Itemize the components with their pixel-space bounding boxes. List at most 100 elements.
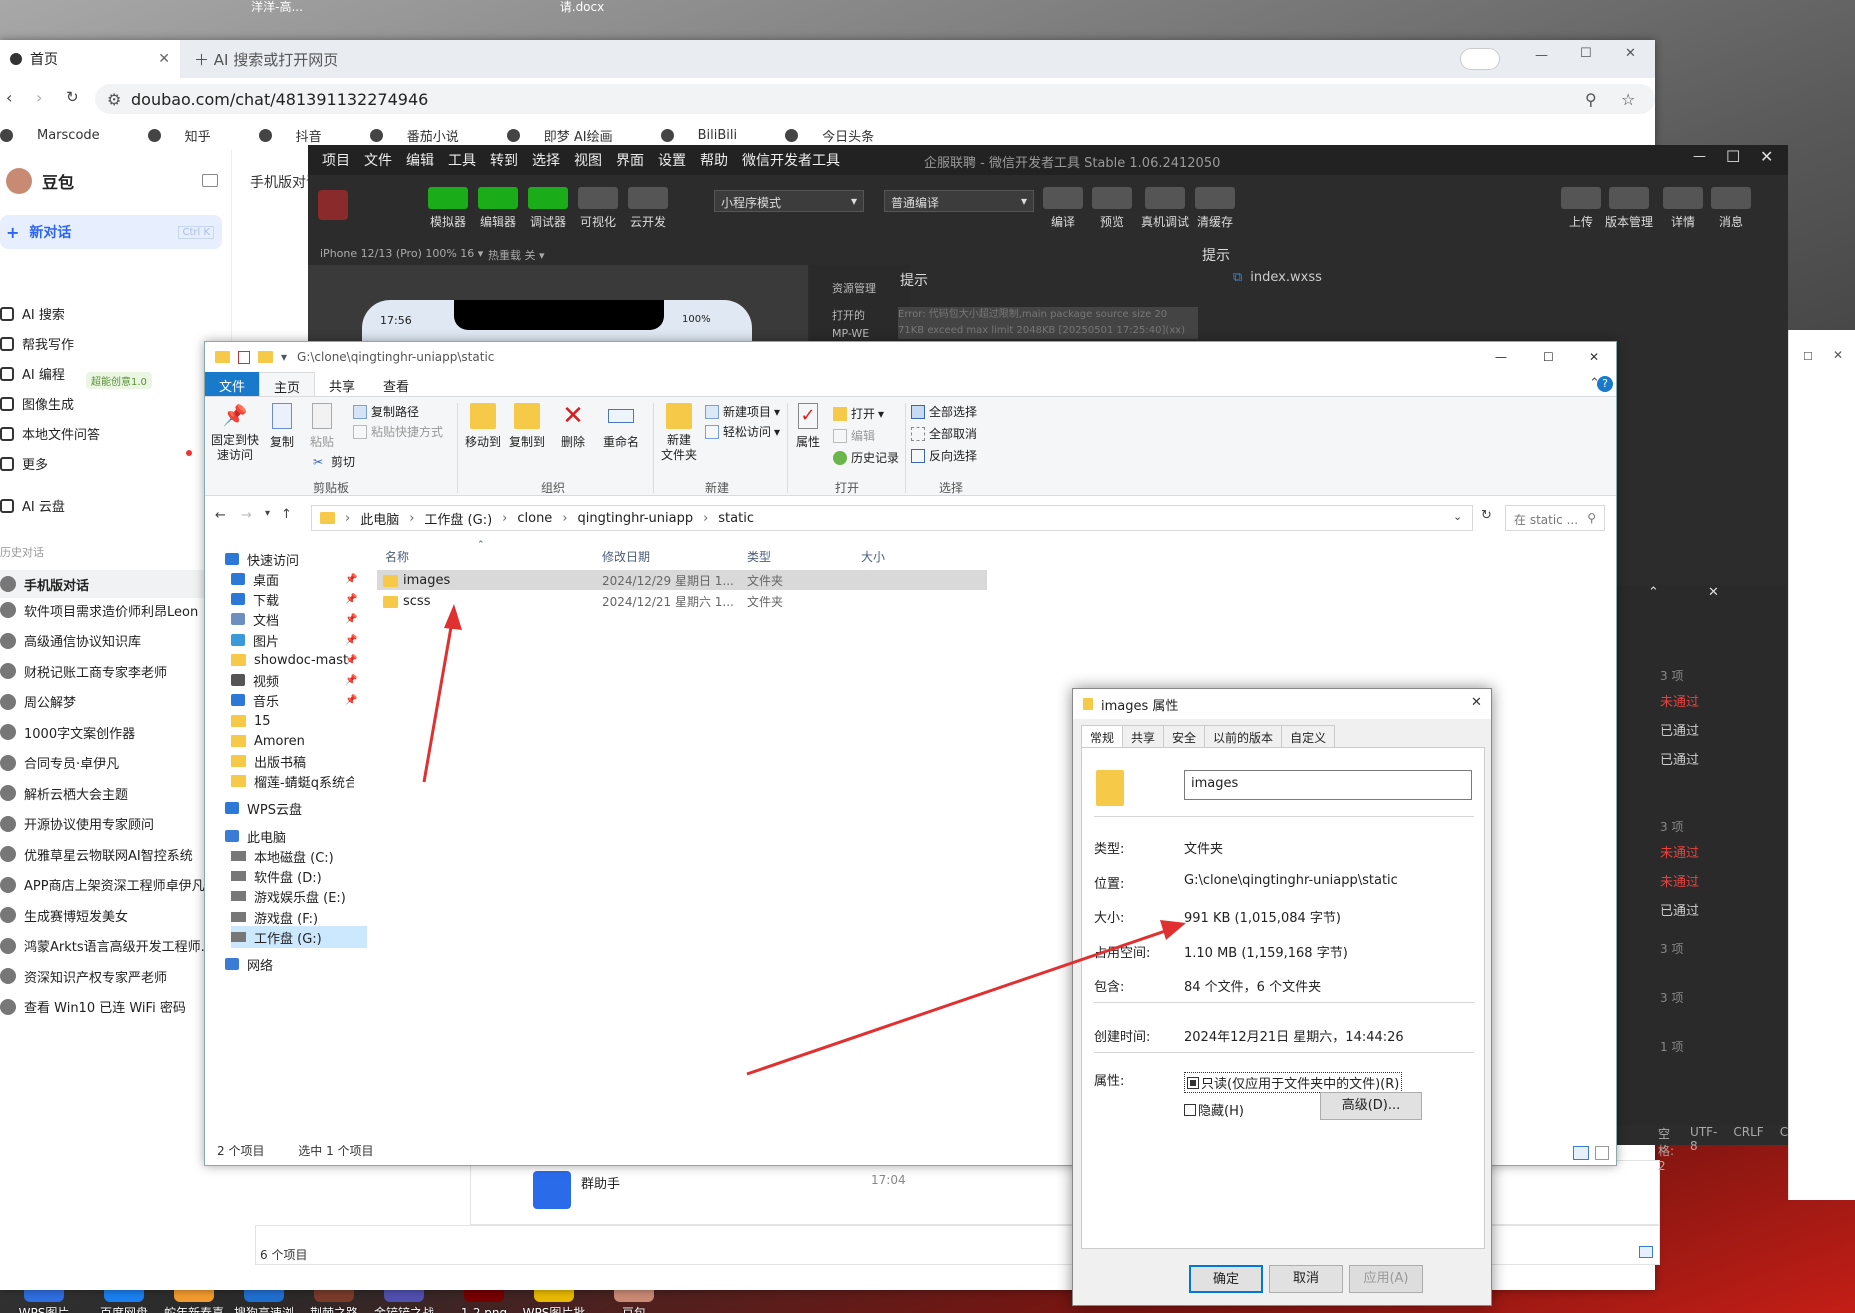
history-item[interactable]: 生成赛博短发美女: [0, 906, 128, 925]
invert-selection-button[interactable]: 反向选择: [911, 447, 977, 464]
url-input[interactable]: ⚙ doubao.com/chat/481391132274946 ⚲ ☆: [95, 84, 1655, 114]
history-item[interactable]: 手机版对话: [0, 570, 205, 598]
ok-button[interactable]: 确定: [1189, 1265, 1263, 1293]
path-dropdown-icon[interactable]: ⌄: [1453, 510, 1462, 523]
wx-menu-item[interactable]: 微信开发者工具: [742, 150, 840, 170]
wx-compile-button[interactable]: 预览: [1085, 187, 1139, 230]
doubao-menu-item[interactable]: AI 搜索: [0, 304, 65, 323]
cut-button[interactable]: ✂ 剪切: [313, 453, 355, 470]
ribbon-tab-share[interactable]: 共享: [315, 372, 369, 396]
wx-tool-button[interactable]: 可视化: [573, 187, 623, 230]
bookmark-item[interactable]: 抖音: [258, 126, 346, 145]
wx-right-button[interactable]: 详情: [1656, 187, 1710, 230]
history-item[interactable]: 查看 Win10 已连 WiFi 密码: [0, 997, 186, 1016]
hot-reload-select[interactable]: 热重载 关 ▾: [488, 247, 545, 263]
new-tab-button[interactable]: ＋ AI 搜索或打开网页: [194, 49, 338, 70]
open-button[interactable]: 打开 ▾: [833, 405, 884, 422]
properties-close-icon[interactable]: ✕: [1471, 695, 1482, 710]
history-item[interactable]: 1000字文案创作器: [0, 723, 135, 742]
tree-item[interactable]: 网络: [225, 953, 273, 975]
doubao-menu-item[interactable]: AI 云盘: [0, 496, 65, 515]
move-to-button[interactable]: 移动到: [463, 403, 503, 450]
properties-button[interactable]: ✓ 属性: [791, 403, 825, 450]
tree-item[interactable]: 游戏盘 (F:): [231, 906, 318, 928]
up-arrow-icon[interactable]: ↑: [281, 507, 292, 522]
tree-item[interactable]: 榴莲-蜻蜓q系统合同: [231, 770, 354, 792]
properties-qa-icon[interactable]: [238, 350, 250, 364]
tree-item[interactable]: 桌面 📌: [231, 568, 357, 590]
history-item[interactable]: 高级通信协议知识库: [0, 631, 141, 650]
tree-item[interactable]: 出版书稿: [231, 750, 306, 772]
breadcrumb[interactable]: › 此电脑 › 工作盘 (G:) › clone › qingtinghr-uniapp › st…: [311, 505, 1473, 531]
breadcrumb-item[interactable]: 工作盘 (G:): [424, 509, 492, 528]
collapse-icon[interactable]: ⌃: [1648, 585, 1659, 600]
audit-group-count[interactable]: 3 项: [1660, 818, 1683, 835]
history-item[interactable]: 开源协议使用专家顾问: [0, 814, 154, 833]
open-editors[interactable]: 打开的: [832, 307, 865, 323]
audit-group-count[interactable]: 1 项: [1660, 1038, 1683, 1055]
ribbon-tab-view[interactable]: 查看: [369, 372, 423, 396]
history-item[interactable]: 周公解梦: [0, 692, 76, 711]
large-icons-view-icon[interactable]: [1595, 1146, 1609, 1160]
wx-tool-button[interactable]: 编辑器: [473, 187, 523, 230]
doubao-menu-item[interactable]: 本地文件问答: [0, 424, 100, 443]
wx-right-button[interactable]: 版本管理: [1602, 187, 1656, 230]
minimize-icon[interactable]: —: [1535, 48, 1548, 63]
ex-maximize-icon[interactable]: ☐: [1543, 350, 1554, 364]
paste-shortcut-button[interactable]: 粘贴快捷方式: [353, 423, 443, 440]
bookmark-item[interactable]: 知乎: [147, 126, 235, 145]
hidden-checkbox[interactable]: 隐藏(H): [1184, 1100, 1244, 1119]
wx-menu-item[interactable]: 界面: [616, 150, 644, 170]
details-view-icon[interactable]: [1573, 1146, 1589, 1160]
wx-tool-button[interactable]: 模拟器: [423, 187, 473, 230]
breadcrumb-item[interactable]: 此电脑: [360, 509, 399, 528]
tab-sharing[interactable]: 共享: [1122, 725, 1165, 747]
search-input[interactable]: 在 static ... ⚲: [1505, 505, 1605, 531]
mode-select[interactable]: 小程序模式 ▾: [714, 190, 864, 212]
history-item[interactable]: 资深知识产权专家严老师: [0, 967, 167, 986]
wx-menu-item[interactable]: 视图: [574, 150, 602, 170]
reload-icon[interactable]: ↻: [66, 88, 79, 106]
wx-menu-item[interactable]: 编辑: [406, 150, 434, 170]
wx-minimize-icon[interactable]: —: [1693, 149, 1706, 164]
wx-close-icon[interactable]: ✕: [1760, 147, 1773, 166]
ribbon-tab-home[interactable]: 主页: [259, 372, 316, 396]
tree-item[interactable]: 下载 📌: [231, 588, 357, 610]
column-date[interactable]: 修改日期: [602, 548, 650, 565]
qa-dropdown-icon[interactable]: ▾: [281, 350, 287, 364]
tree-item[interactable]: 图片 📌: [231, 629, 357, 651]
bookmark-item[interactable]: 今日头条: [785, 126, 898, 145]
refresh-icon[interactable]: ↻: [1481, 508, 1492, 523]
file-row[interactable]: images 2024/12/29 星期日 1... 文件夹: [377, 570, 987, 590]
recent-dropdown-icon[interactable]: ▾: [265, 508, 270, 519]
maximize-icon[interactable]: ☐: [1580, 46, 1592, 61]
wx-tool-button[interactable]: 调试器: [523, 187, 573, 230]
bg-close-icon[interactable]: ✕: [1833, 348, 1843, 362]
back-icon[interactable]: ‹: [6, 88, 12, 107]
wx-compile-button[interactable]: 编译: [1036, 187, 1090, 230]
tree-item[interactable]: Amoren: [231, 730, 305, 752]
breadcrumb-item[interactable]: static: [718, 511, 754, 526]
select-all-button[interactable]: 全部选择: [911, 403, 977, 420]
advanced-button[interactable]: 高级(D)...: [1320, 1092, 1422, 1120]
wx-menu-item[interactable]: 帮助: [700, 150, 728, 170]
tree-item[interactable]: 游戏娱乐盘 (E:): [231, 885, 346, 907]
tab-previous-versions[interactable]: 以前的版本: [1204, 725, 1283, 747]
wx-menu-item[interactable]: 选择: [532, 150, 560, 170]
bookmark-item[interactable]: 即梦 AI绘画: [506, 126, 637, 145]
breadcrumb-item[interactable]: qingtinghr-uniapp: [578, 511, 694, 526]
tree-item[interactable]: showdoc-mast 📌: [231, 649, 357, 671]
select-none-button[interactable]: 全部取消: [911, 425, 977, 442]
tree-item[interactable]: 工作盘 (G:): [231, 926, 367, 948]
breadcrumb-item[interactable]: clone: [517, 511, 552, 526]
doubao-menu-item[interactable]: 帮我写作: [0, 334, 74, 353]
history-item[interactable]: 解析云栖大会主题: [0, 784, 128, 803]
zoom-icon[interactable]: ⚲: [1585, 90, 1597, 109]
apply-button[interactable]: 应用(A): [1349, 1265, 1423, 1293]
tab-close-icon[interactable]: ✕: [158, 51, 170, 67]
wx-menu-item[interactable]: 文件: [364, 150, 392, 170]
easy-access-button[interactable]: 轻松访问 ▾: [705, 423, 780, 440]
tree-item[interactable]: 视频 📌: [231, 669, 357, 691]
tab-security[interactable]: 安全: [1163, 725, 1206, 747]
tab-general[interactable]: 常规: [1081, 725, 1124, 747]
